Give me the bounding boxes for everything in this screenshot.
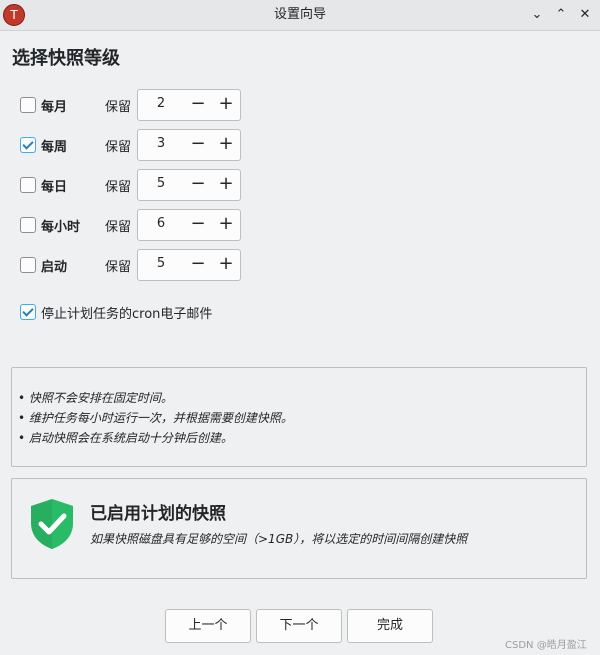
minus-icon[interactable]: −: [186, 212, 210, 236]
plus-icon[interactable]: +: [214, 252, 238, 276]
keep-label: 保留: [105, 180, 132, 195]
level-row-daily: 每日 保留 5 − +: [20, 169, 260, 201]
level-label: 每小时: [41, 220, 81, 235]
daily-checkbox[interactable]: [20, 177, 36, 193]
shield-check-icon: [31, 499, 73, 549]
level-label: 每日: [41, 180, 68, 195]
info-line: • 启动快照会在系统启动十分钟后创建。: [18, 431, 233, 445]
keep-label: 保留: [105, 260, 132, 275]
info-line: • 快照不会安排在固定时间。: [18, 391, 173, 405]
cron-email-option[interactable]: 停止计划任务的cron电子邮件: [20, 302, 320, 322]
next-button[interactable]: 下一个: [256, 609, 342, 643]
plus-icon[interactable]: +: [214, 132, 238, 156]
info-box: • 快照不会安排在固定时间。 • 维护任务每小时运行一次，并根据需要创建快照。 …: [11, 367, 587, 467]
boot-checkbox[interactable]: [20, 257, 36, 273]
monthly-count-stepper[interactable]: 2 − +: [137, 89, 241, 121]
page-title: 选择快照等级: [12, 48, 120, 69]
minus-icon[interactable]: −: [186, 132, 210, 156]
info-line: • 维护任务每小时运行一次，并根据需要创建快照。: [18, 411, 293, 425]
previous-button[interactable]: 上一个: [165, 609, 251, 643]
weekly-checkbox[interactable]: [20, 137, 36, 153]
hourly-checkbox[interactable]: [20, 217, 36, 233]
chevron-up-icon[interactable]: ⌃: [550, 4, 572, 26]
close-icon[interactable]: ✕: [574, 4, 596, 26]
level-label: 每周: [41, 140, 68, 155]
level-row-boot: 启动 保留 5 − +: [20, 249, 260, 281]
spin-value[interactable]: 3: [138, 136, 184, 151]
plus-icon[interactable]: +: [214, 212, 238, 236]
finish-button[interactable]: 完成: [347, 609, 433, 643]
spin-value[interactable]: 5: [138, 256, 184, 271]
level-row-monthly: 每月 保留 2 − +: [20, 89, 260, 121]
minus-icon[interactable]: −: [186, 172, 210, 196]
daily-count-stepper[interactable]: 5 − +: [137, 169, 241, 201]
status-description: 如果快照磁盘具有足够的空间（>1GB），将以选定的时间间隔创建快照: [90, 532, 468, 546]
level-label: 每月: [41, 100, 68, 115]
status-panel: 已启用计划的快照 如果快照磁盘具有足够的空间（>1GB），将以选定的时间间隔创建…: [11, 478, 587, 579]
minus-icon[interactable]: −: [186, 252, 210, 276]
spin-value[interactable]: 5: [138, 176, 184, 191]
monthly-checkbox[interactable]: [20, 97, 36, 113]
window-title: 设置向导: [273, 7, 326, 22]
spin-value[interactable]: 6: [138, 216, 184, 231]
keep-label: 保留: [105, 220, 132, 235]
status-title: 已启用计划的快照: [90, 504, 226, 524]
level-row-weekly: 每周 保留 3 − +: [20, 129, 260, 161]
keep-label: 保留: [105, 140, 132, 155]
chevron-down-icon[interactable]: ⌄: [526, 4, 548, 26]
keep-label: 保留: [105, 100, 132, 115]
plus-icon[interactable]: +: [214, 172, 238, 196]
plus-icon[interactable]: +: [214, 92, 238, 116]
level-label: 启动: [41, 260, 68, 275]
weekly-count-stepper[interactable]: 3 − +: [137, 129, 241, 161]
hourly-count-stepper[interactable]: 6 − +: [137, 209, 241, 241]
spin-value[interactable]: 2: [138, 96, 184, 111]
cron-email-label[interactable]: 停止计划任务的cron电子邮件: [41, 303, 212, 322]
watermark: CSDN @皓月盈江: [505, 640, 587, 651]
level-row-hourly: 每小时 保留 6 − +: [20, 209, 260, 241]
boot-count-stepper[interactable]: 5 − +: [137, 249, 241, 281]
cron-email-checkbox[interactable]: [20, 304, 36, 320]
title-bar: T 设置向导 ⌄ ⌃ ✕: [0, 0, 600, 31]
minus-icon[interactable]: −: [186, 92, 210, 116]
